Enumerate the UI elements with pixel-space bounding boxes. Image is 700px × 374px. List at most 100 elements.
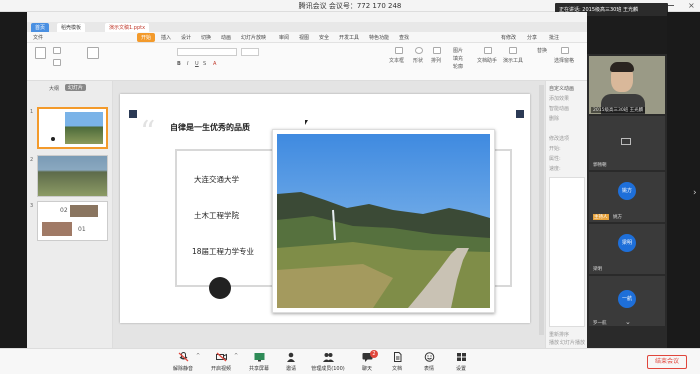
participant-tile-5[interactable]: 一航 罗一航 ⌄ (589, 276, 665, 326)
presentation-tools-label[interactable]: 演示工具 (503, 57, 523, 64)
menu-home[interactable]: 开始 (137, 33, 156, 42)
new-slide-icon[interactable] (87, 47, 99, 59)
textbox-icon[interactable] (395, 47, 403, 54)
slideshow-play-button[interactable]: 幻灯片播放 (560, 339, 585, 346)
font-size-box[interactable] (241, 48, 259, 56)
participant-tile-4[interactable]: 梁明 梁明 (589, 224, 665, 274)
doc-assistant-label[interactable]: 文档助手 (477, 57, 497, 64)
fill-button[interactable]: 填充 (453, 55, 463, 62)
underline-button[interactable]: U (195, 61, 199, 67)
participant-tile-3[interactable]: 姚方 主持人 姚方 (589, 172, 665, 222)
document-button[interactable]: 文档 (380, 352, 414, 372)
participant-hair (610, 62, 634, 72)
reorder-label[interactable]: 重新排序 (549, 331, 569, 338)
participant-tile-1[interactable]: 2015级高三30班 王光麟 (589, 56, 665, 114)
editor-scrollbar[interactable] (539, 85, 544, 335)
play-button[interactable]: 播放 (549, 339, 559, 346)
participant-name-3: 姚方 (613, 215, 622, 220)
shape-icon[interactable] (415, 47, 423, 54)
thumb1-dot (51, 137, 55, 141)
end-meeting-button[interactable]: 结束会议 (647, 355, 687, 369)
invite-button[interactable]: 邀请 (274, 352, 308, 372)
mute-toggle-button[interactable]: 解除静音 (166, 352, 200, 372)
participant-tile-2[interactable]: 郭畅朝 (589, 116, 665, 170)
menu-view[interactable]: 视图 (299, 34, 309, 41)
menu-review[interactable]: 审阅 (279, 34, 289, 41)
replace-button[interactable]: 替换 (537, 47, 547, 54)
expand-arrow-icon[interactable]: › (693, 188, 697, 198)
thumb3-label-01: 01 (78, 226, 86, 233)
thumb3-photo-b (42, 222, 72, 236)
arrange-label[interactable]: 排列 (431, 57, 441, 64)
audio-options-arrow[interactable]: ^ (196, 353, 200, 359)
font-name-box[interactable] (177, 48, 237, 56)
document-tab-bar: 首页 稻壳模板 演示文稿1.pptx (27, 22, 587, 32)
picture-button[interactable]: 图片 (453, 47, 463, 54)
invite-label: 邀请 (285, 366, 296, 372)
right-margin: › (667, 12, 700, 348)
custom-animation-pane: 自定义动画 添加效果 智能动画 删除 修改选项 开始: 属性: 速度: 重新排序… (545, 81, 587, 348)
reactions-button[interactable]: 表情 (412, 352, 446, 372)
participant-name-5: 罗一航 (593, 321, 607, 326)
menu-design[interactable]: 设计 (181, 34, 191, 41)
chat-unread-badge: 2 (370, 350, 378, 358)
tab-slides[interactable]: 幻灯片 (65, 84, 87, 91)
selection-pane-label[interactable]: 选择窗格 (554, 57, 574, 64)
cut-icon[interactable] (53, 47, 61, 54)
arrange-icon[interactable] (433, 47, 441, 54)
menu-file[interactable]: 文件 (33, 34, 43, 41)
selection-pane-icon[interactable] (561, 47, 569, 54)
italic-button[interactable]: I (187, 61, 188, 67)
chat-button[interactable]: 聊天 2 (350, 350, 384, 372)
bold-button[interactable]: B (177, 61, 181, 67)
thumb-number-3: 3 (30, 203, 34, 209)
menu-developer[interactable]: 开发工具 (339, 34, 359, 41)
window-minimize-icon[interactable] (668, 5, 674, 6)
tab-home[interactable]: 首页 (31, 23, 50, 32)
menu-animation[interactable]: 动画 (221, 34, 231, 41)
menu-search[interactable]: 查找 (399, 34, 409, 41)
share-button[interactable]: 分享 (527, 34, 537, 41)
menu-security[interactable]: 安全 (319, 34, 329, 41)
paste-icon[interactable] (35, 47, 46, 59)
doc-assistant-icon[interactable] (484, 47, 492, 54)
tab-presentation[interactable]: 演示文稿1.pptx (105, 23, 150, 32)
menu-insert[interactable]: 插入 (161, 34, 171, 41)
strikethrough-button[interactable]: S (203, 61, 206, 67)
copy-icon[interactable] (53, 59, 61, 66)
tab-outline[interactable]: 大纲 (49, 85, 59, 92)
video-toggle-button[interactable]: 开启视频 (204, 352, 238, 372)
font-color-button[interactable]: A (213, 61, 216, 67)
delete-button[interactable]: 删除 (549, 115, 559, 122)
menu-features[interactable]: 特色功能 (369, 34, 389, 41)
participant-name-2: 郭畅朝 (593, 163, 607, 168)
video-options-arrow[interactable]: ^ (234, 353, 238, 359)
tab-templates[interactable]: 稻壳模板 (57, 23, 86, 32)
shape-label[interactable]: 形状 (413, 57, 423, 64)
chevron-down-icon[interactable]: ⌄ (625, 318, 631, 326)
manage-members-button[interactable]: 管理成员(100) (308, 352, 348, 372)
animation-list[interactable] (549, 177, 585, 327)
slide-thumbnail-1[interactable] (37, 107, 108, 149)
participant-name-1: 2015级高三30班 王光麟 (591, 107, 646, 113)
slide-thumbnail-3[interactable]: 02 01 (37, 201, 108, 241)
thumb-number-1: 1 (30, 109, 34, 115)
outline-button[interactable]: 轮廓 (453, 63, 463, 70)
menu-slideshow[interactable]: 幻灯片放映 (241, 34, 266, 41)
current-slide[interactable]: “ 自律是一生优秀的品质 大连交通大学 土木工程学院 18届工程力学专业 (120, 94, 530, 323)
smart-animation-button[interactable]: 智能动画 (549, 105, 569, 112)
landscape-photo[interactable] (272, 129, 495, 313)
textbox-label[interactable]: 文本框 (389, 57, 404, 64)
slide-thumbnail-2[interactable] (37, 155, 108, 197)
comment-button[interactable]: 批注 (549, 34, 559, 41)
mouse-cursor-icon (305, 120, 308, 125)
slide-line-1: 大连交通大学 (194, 175, 239, 184)
ppt-menu-bar: 文件 开始 插入 设计 切换 动画 幻灯片放映 审阅 视图 安全 开发工具 特色… (27, 32, 587, 43)
share-screen-button[interactable]: 共享屏幕 (242, 352, 276, 372)
window-close-icon[interactable]: × (688, 1, 695, 10)
menu-transition[interactable]: 切换 (201, 34, 211, 41)
settings-button[interactable]: 设置 (444, 352, 478, 372)
participant-name-4: 梁明 (593, 267, 602, 272)
add-effect-button[interactable]: 添加效果 (549, 95, 569, 102)
presentation-tools-icon[interactable] (509, 47, 517, 54)
